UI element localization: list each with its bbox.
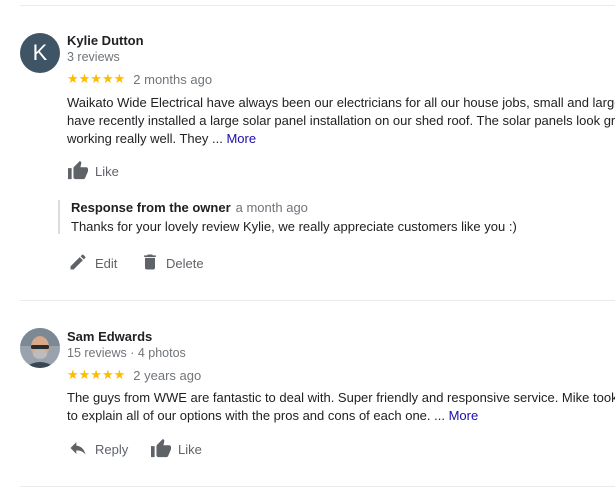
reply-label: Reply <box>95 442 129 457</box>
review-text-line: working really well. They ... More <box>67 130 615 148</box>
star-rating: ★★★★★ <box>67 367 126 382</box>
delete-label: Delete <box>166 256 204 271</box>
review-text-line: The guys from WWE are fantastic to deal … <box>67 390 615 405</box>
thumbs-up-icon <box>67 160 89 183</box>
owner-response-title: Response from the owner a month ago <box>71 200 615 215</box>
edit-button[interactable]: Edit <box>67 252 117 275</box>
thumbs-up-icon <box>150 438 172 461</box>
like-label: Like <box>95 164 119 179</box>
star-rating: ★★★★★ <box>67 71 126 86</box>
pencil-icon <box>67 252 89 275</box>
trash-icon <box>140 252 160 275</box>
reply-button[interactable]: Reply <box>67 438 128 461</box>
bottom-divider <box>20 486 615 487</box>
top-divider <box>20 5 615 6</box>
reviewer-name[interactable]: Kylie Dutton <box>67 33 144 48</box>
rating-row: ★★★★★ 2 months ago <box>67 71 212 87</box>
avatar[interactable]: K <box>20 33 60 73</box>
avatar-photo <box>20 328 60 368</box>
review-text: The guys from WWE are fantastic to deal … <box>67 389 615 425</box>
owner-response-heading: Response from the owner <box>71 200 231 215</box>
edit-label: Edit <box>95 256 118 271</box>
reply-icon <box>67 438 89 461</box>
reviewer-name[interactable]: Sam Edwards <box>67 329 152 344</box>
owner-response: Response from the owner a month ago Thank… <box>58 200 615 234</box>
review-text-truncated: to explain all of our options with the p… <box>67 408 445 423</box>
avatar[interactable] <box>20 328 60 368</box>
review-date: 2 years ago <box>133 367 202 383</box>
rating-row: ★★★★★ 2 years ago <box>67 367 201 383</box>
review-text-line: to explain all of our options with the p… <box>67 407 615 425</box>
like-button[interactable]: Like <box>150 438 202 461</box>
review-divider <box>20 300 615 301</box>
more-link[interactable]: More <box>449 408 479 423</box>
reviewer-meta: 15 reviews · 4 photos <box>67 346 186 360</box>
review-text: Waikato Wide Electrical have always been… <box>67 94 615 148</box>
more-link[interactable]: More <box>226 131 256 146</box>
like-label: Like <box>178 442 202 457</box>
owner-response-text: Thanks for your lovely review Kylie, we … <box>71 219 517 234</box>
delete-button[interactable]: Delete <box>140 252 204 275</box>
like-button[interactable]: Like <box>67 160 119 183</box>
review-text-line: Waikato Wide Electrical have always been… <box>67 95 615 110</box>
review-date: 2 months ago <box>133 71 213 87</box>
review-text-truncated: working really well. They ... <box>67 131 223 146</box>
owner-response-date: a month ago <box>235 200 308 215</box>
reviewer-meta: 3 reviews <box>67 50 120 64</box>
review-text-line: have recently installed a large solar pa… <box>67 113 615 128</box>
